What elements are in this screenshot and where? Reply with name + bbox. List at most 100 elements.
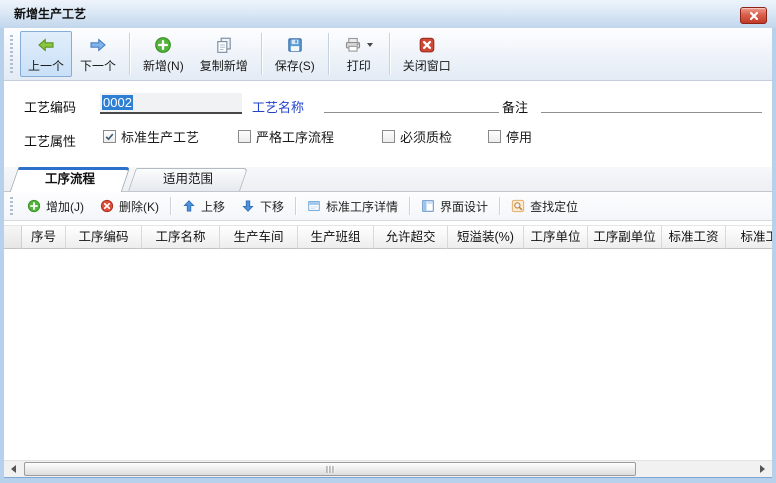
move-up-label: 上移 xyxy=(201,198,225,215)
delete-circle-icon xyxy=(100,199,114,213)
window-close-button[interactable] xyxy=(740,7,767,24)
column-header-seq[interactable]: 序号 xyxy=(22,226,66,249)
ui-design-icon xyxy=(421,199,435,213)
column-header-team[interactable]: 生产班组 xyxy=(298,226,374,249)
previous-button[interactable]: 上一个 xyxy=(20,31,72,77)
close-window-icon xyxy=(418,36,436,54)
detail-panel-icon xyxy=(307,199,321,213)
checkbox-label: 停用 xyxy=(506,127,532,146)
move-up-button[interactable]: 上移 xyxy=(174,194,233,218)
column-header-op-code[interactable]: 工序编码 xyxy=(66,226,142,249)
checkbox-must-qc[interactable]: 必须质检 xyxy=(382,127,452,146)
window: 新增生产工艺 上一个 下一个 xyxy=(0,0,776,483)
new-button[interactable]: 新增(N) xyxy=(135,31,192,77)
column-header-short-overload[interactable]: 短溢装(%) xyxy=(448,226,524,249)
grid-toolbar-separator xyxy=(409,197,410,215)
close-icon xyxy=(749,11,759,21)
new-label: 新增(N) xyxy=(143,57,184,74)
process-name-label: 工艺名称 xyxy=(252,97,304,116)
copy-icon xyxy=(215,36,233,54)
standard-process-detail-label: 标准工序详情 xyxy=(326,198,398,215)
checkbox-icon[interactable] xyxy=(103,130,116,143)
scroll-left-button[interactable] xyxy=(5,461,22,477)
arrow-left-icon xyxy=(37,36,55,54)
column-header-op-subunit[interactable]: 工序副单位 xyxy=(588,226,662,249)
delete-row-button[interactable]: 删除(K) xyxy=(92,194,167,218)
toolbar-separator xyxy=(328,33,329,75)
title-bar: 新增生产工艺 xyxy=(0,0,776,28)
add-row-label: 增加(J) xyxy=(46,198,84,215)
grid-toolbar-separator xyxy=(499,197,500,215)
grid-toolbar: 增加(J) 删除(K) 上移 下移 xyxy=(4,192,772,221)
add-circle-icon xyxy=(154,36,172,54)
grid-row-indicator xyxy=(4,226,22,249)
search-locate-button[interactable]: 查找定位 xyxy=(503,194,586,218)
main-toolbar: 上一个 下一个 新增(N) xyxy=(4,28,772,81)
process-name-input[interactable] xyxy=(324,93,499,113)
printer-icon xyxy=(344,36,362,54)
process-grid: 序号 工序编码 工序名称 生产车间 生产班组 允许超交 短溢装(%) 工序单位 … xyxy=(4,225,772,460)
save-label: 保存(S) xyxy=(275,57,315,74)
scroll-left-icon xyxy=(11,465,16,473)
save-icon xyxy=(286,36,304,54)
scrollbar-thumb[interactable] xyxy=(24,462,636,476)
column-header-op-name[interactable]: 工序名称 xyxy=(142,226,220,249)
form-area: 工艺编码 0002 工艺名称 备注 工艺属性 标准生产工艺 严格工序流程 xyxy=(4,81,772,167)
scroll-right-icon xyxy=(760,465,765,473)
window-content: 上一个 下一个 新增(N) xyxy=(4,28,772,477)
search-locate-label: 查找定位 xyxy=(530,198,578,215)
column-header-over-delivery[interactable]: 允许超交 xyxy=(374,226,448,249)
tab-applicable-scope[interactable]: 适用范围 xyxy=(132,167,244,191)
process-code-label: 工艺编码 xyxy=(24,97,76,116)
column-header-std-hours[interactable]: 标准工时 xyxy=(726,226,772,249)
move-down-label: 下移 xyxy=(260,198,284,215)
search-locate-icon xyxy=(511,199,525,213)
grid-toolbar-grip[interactable] xyxy=(10,197,13,215)
toolbar-separator xyxy=(389,33,390,75)
toolbar-separator xyxy=(129,33,130,75)
grid-body[interactable] xyxy=(4,249,772,460)
add-row-button[interactable]: 增加(J) xyxy=(19,194,92,218)
grid-header-row: 序号 工序编码 工序名称 生产车间 生产班组 允许超交 短溢装(%) 工序单位 … xyxy=(4,226,772,249)
toolbar-grip[interactable] xyxy=(10,35,13,73)
arrow-up-icon xyxy=(182,199,196,213)
process-code-value: 0002 xyxy=(102,95,133,110)
scrollbar-grip-icon xyxy=(327,466,334,473)
column-header-workshop[interactable]: 生产车间 xyxy=(220,226,298,249)
checkbox-icon[interactable] xyxy=(238,130,251,143)
print-label: 打印 xyxy=(347,57,371,74)
arrow-down-icon xyxy=(241,199,255,213)
move-down-button[interactable]: 下移 xyxy=(233,194,292,218)
close-window-button[interactable]: 关闭窗口 xyxy=(395,31,459,77)
remark-input[interactable] xyxy=(541,93,762,113)
close-window-label: 关闭窗口 xyxy=(403,57,451,74)
scroll-right-button[interactable] xyxy=(754,461,771,477)
copy-new-label: 复制新增 xyxy=(200,57,248,74)
standard-process-detail-button[interactable]: 标准工序详情 xyxy=(299,194,406,218)
checkbox-strict-flow[interactable]: 严格工序流程 xyxy=(238,127,334,146)
toolbar-separator xyxy=(261,33,262,75)
delete-row-label: 删除(K) xyxy=(119,198,159,215)
horizontal-scrollbar[interactable] xyxy=(4,460,772,477)
tab-process-flow[interactable]: 工序流程 xyxy=(14,167,126,191)
checkbox-icon[interactable] xyxy=(382,130,395,143)
print-button[interactable]: 打印 xyxy=(334,31,384,77)
process-code-input[interactable]: 0002 xyxy=(100,93,242,114)
checkbox-disabled[interactable]: 停用 xyxy=(488,127,532,146)
grid-toolbar-separator xyxy=(170,197,171,215)
tab-strip: 工序流程 适用范围 xyxy=(4,167,772,192)
tab-label: 工序流程 xyxy=(14,167,126,191)
checkbox-standard-process[interactable]: 标准生产工艺 xyxy=(103,127,199,146)
tab-label: 适用范围 xyxy=(132,167,244,191)
save-button[interactable]: 保存(S) xyxy=(267,31,323,77)
column-header-op-unit[interactable]: 工序单位 xyxy=(524,226,588,249)
next-button[interactable]: 下一个 xyxy=(72,31,124,77)
column-header-std-wage[interactable]: 标准工资 xyxy=(662,226,726,249)
remark-label: 备注 xyxy=(502,97,528,116)
grid-toolbar-separator xyxy=(295,197,296,215)
print-dropdown-caret[interactable] xyxy=(367,43,373,47)
checkbox-icon[interactable] xyxy=(488,130,501,143)
checkbox-label: 标准生产工艺 xyxy=(121,127,199,146)
copy-new-button[interactable]: 复制新增 xyxy=(192,31,256,77)
ui-design-button[interactable]: 界面设计 xyxy=(413,194,496,218)
